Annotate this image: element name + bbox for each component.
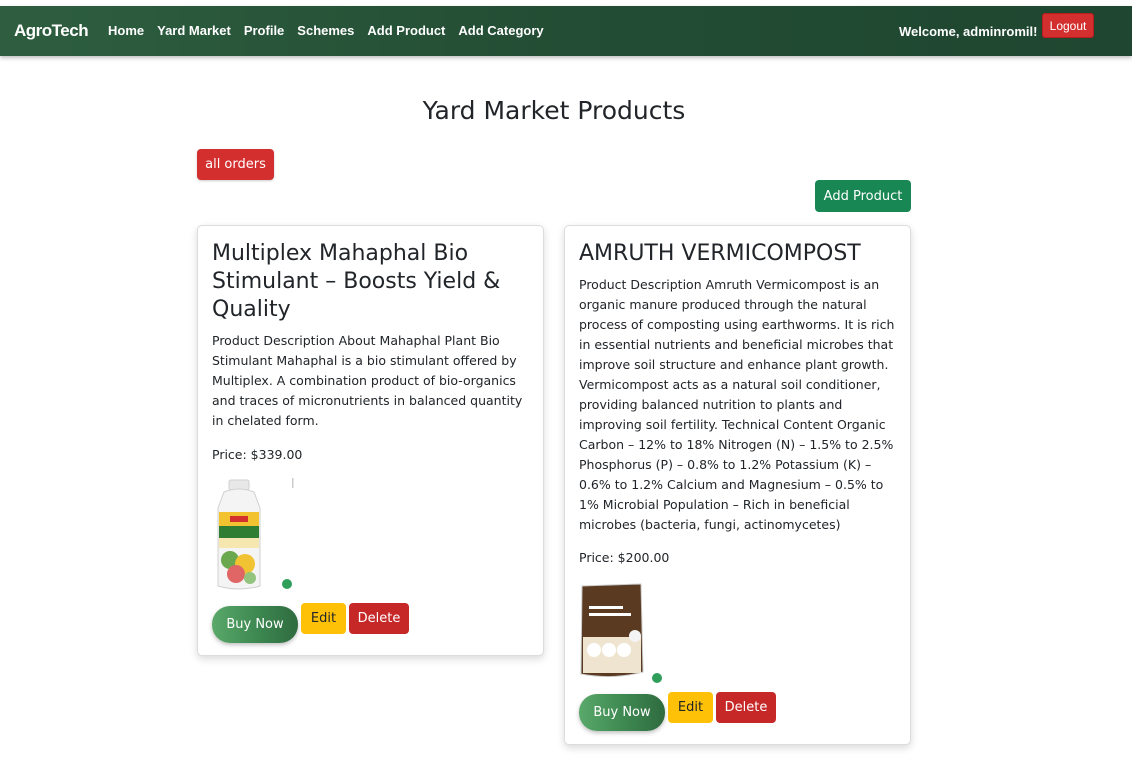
nav-link-yard-market[interactable]: Yard Market — [157, 23, 231, 38]
product-card: Multiplex Mahaphal Bio Stimulant – Boost… — [197, 225, 544, 656]
nav-link-add-product[interactable]: Add Product — [367, 23, 445, 38]
brand-logo[interactable]: AgroTech — [14, 21, 89, 41]
welcome-text: Welcome, adminromil! — [899, 24, 1038, 39]
edit-button[interactable]: Edit — [668, 692, 713, 723]
product-price: Price: $200.00 — [579, 550, 670, 565]
product-image-vermicompost-bag — [579, 582, 665, 686]
product-title: AMRUTH VERMICOMPOST — [579, 241, 861, 266]
product-card: AMRUTH VERMICOMPOST Product Description … — [564, 225, 911, 745]
product-description: Product Description About Mahaphal Plant… — [212, 333, 523, 428]
nav-links: Home Yard Market Profile Schemes Add Pro… — [108, 23, 557, 38]
product-title: Multiplex Mahaphal Bio Stimulant – Boost… — [212, 241, 501, 322]
delete-button[interactable]: Delete — [716, 692, 776, 723]
buy-now-button[interactable]: Buy Now — [579, 694, 665, 731]
product-description: Product Description Amruth Vermicompost … — [579, 277, 895, 532]
delete-button[interactable]: Delete — [349, 603, 409, 634]
product-image-mahaphal-bottle — [212, 478, 298, 596]
nav-link-profile[interactable]: Profile — [244, 23, 284, 38]
buy-now-button[interactable]: Buy Now — [212, 606, 298, 643]
top-navbar: AgroTech Home Yard Market Profile Scheme… — [0, 6, 1132, 56]
logout-button[interactable]: Logout — [1042, 13, 1094, 38]
add-product-button[interactable]: Add Product — [815, 180, 911, 212]
page-title: Yard Market Products — [422, 96, 686, 125]
nav-link-add-category[interactable]: Add Category — [458, 23, 543, 38]
edit-button[interactable]: Edit — [301, 603, 346, 634]
product-price: Price: $339.00 — [212, 447, 303, 462]
nav-link-home[interactable]: Home — [108, 23, 144, 38]
all-orders-button[interactable]: all orders — [197, 149, 274, 180]
nav-link-schemes[interactable]: Schemes — [297, 23, 354, 38]
